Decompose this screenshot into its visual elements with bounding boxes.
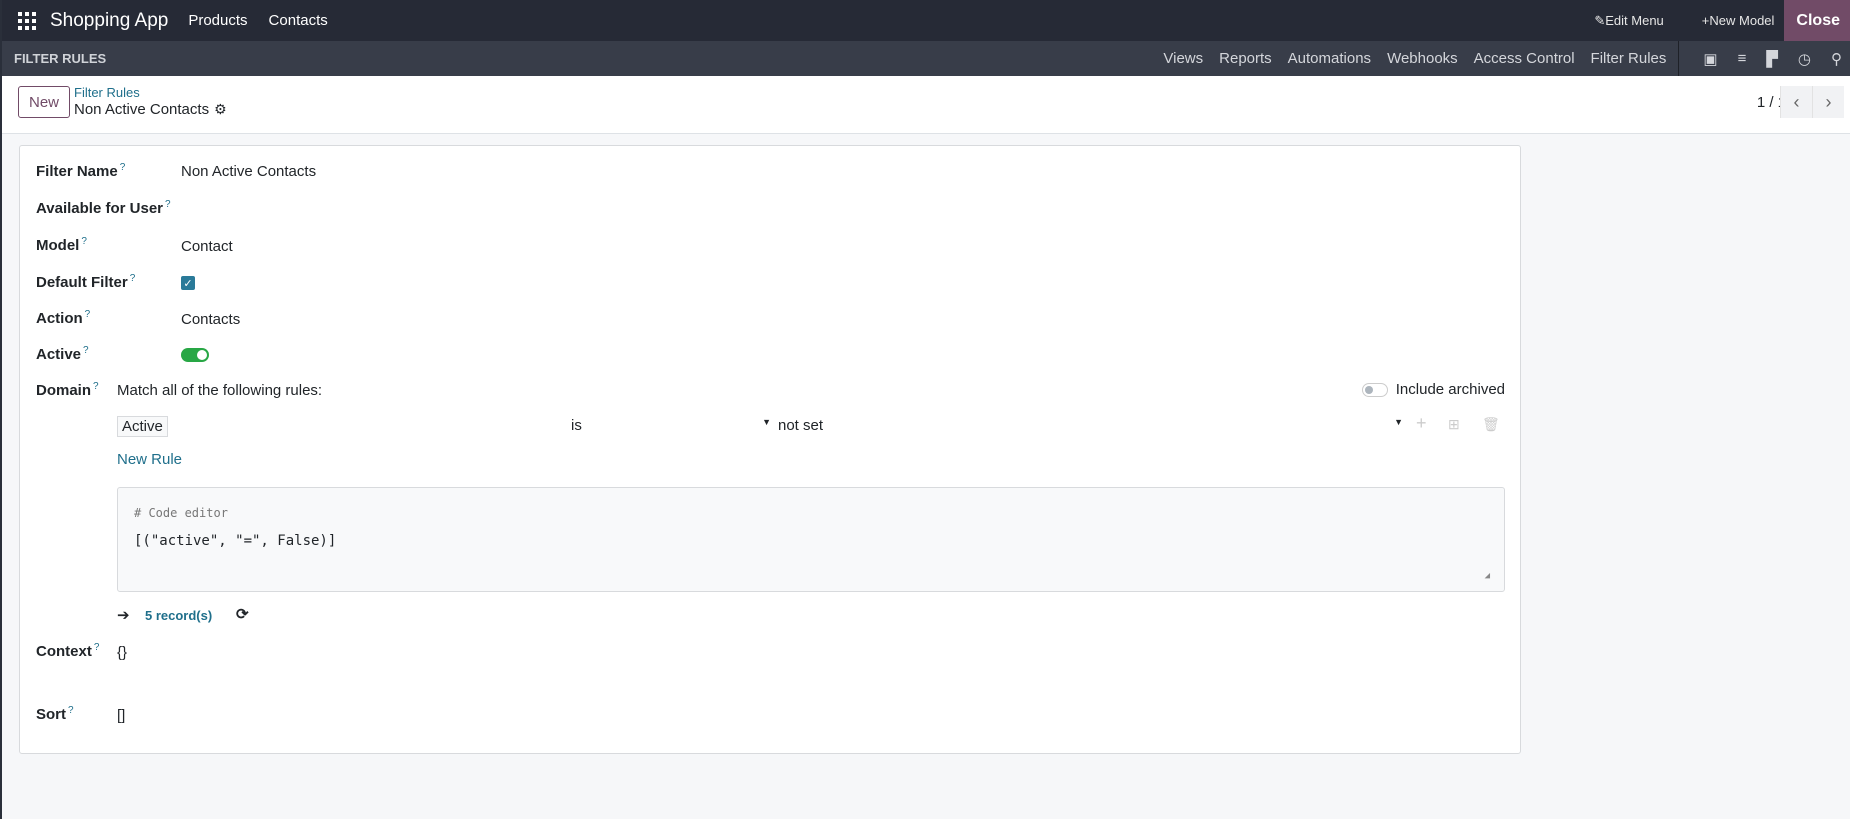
- section-title: FILTER RULES: [14, 51, 107, 66]
- new-button[interactable]: New: [18, 86, 70, 118]
- rule-value: not set: [778, 417, 824, 434]
- sort-field[interactable]: []: [117, 707, 125, 724]
- active-label: Active?: [36, 345, 89, 363]
- help-icon[interactable]: ?: [81, 236, 87, 247]
- caret-down-icon: ▼: [1394, 417, 1403, 427]
- nav-automations[interactable]: Automations: [1288, 50, 1371, 67]
- resize-handle-icon[interactable]: ◢: [1485, 571, 1490, 581]
- code-comment: # Code editor: [134, 506, 228, 520]
- studio-subbar: FILTER RULES Views Reports Automations W…: [2, 41, 1850, 76]
- list-view-icon[interactable]: ≡: [1738, 50, 1747, 67]
- action-field[interactable]: Contacts: [181, 311, 240, 328]
- search-view-icon[interactable]: ⚲: [1831, 50, 1842, 68]
- active-toggle[interactable]: [181, 348, 209, 362]
- menu-contacts[interactable]: Contacts: [269, 12, 328, 29]
- close-button[interactable]: Close: [1784, 0, 1850, 41]
- nav-webhooks[interactable]: Webhooks: [1387, 50, 1458, 67]
- form-view-icon[interactable]: ▣: [1703, 50, 1717, 68]
- include-archived-toggle[interactable]: Include archived: [1361, 381, 1505, 398]
- breadcrumb-filter-rules[interactable]: Filter Rules: [74, 85, 140, 100]
- record-name: Non Active Contacts: [74, 101, 210, 118]
- help-icon[interactable]: ?: [68, 705, 74, 716]
- operator-value: is: [571, 417, 582, 434]
- code-editor[interactable]: # Code editor [("active", "=", False)] ◢: [117, 487, 1505, 592]
- nav-filter-rules[interactable]: Filter Rules: [1591, 50, 1667, 67]
- rule-value-select[interactable]: not set ▼: [778, 417, 1403, 434]
- divider: [1678, 41, 1680, 76]
- arrow-right-icon: ➔: [117, 607, 130, 624]
- apps-menu-icon[interactable]: [18, 11, 36, 30]
- records-count-link[interactable]: 5 record(s): [145, 608, 212, 623]
- form-sheet: Filter Name? Non Active Contacts Availab…: [19, 145, 1521, 754]
- help-icon[interactable]: ?: [165, 199, 171, 210]
- context-field[interactable]: {}: [117, 644, 127, 661]
- add-rule-icon[interactable]: +: [1416, 413, 1427, 434]
- domain-code: [("active", "=", False)]: [134, 533, 337, 549]
- edit-menu-button[interactable]: ✎Edit Menu: [1594, 13, 1663, 29]
- previous-record-button[interactable]: ‹: [1780, 86, 1812, 118]
- default-filter-checkbox[interactable]: ✓: [181, 276, 195, 290]
- help-icon[interactable]: ?: [85, 309, 91, 320]
- caret-down-icon: ▼: [762, 417, 771, 427]
- app-name[interactable]: Shopping App: [50, 10, 168, 32]
- sort-label: Sort?: [36, 705, 74, 723]
- top-navbar: Shopping App Products Contacts ✎Edit Men…: [2, 0, 1850, 41]
- activity-view-icon[interactable]: ◷: [1798, 50, 1811, 68]
- new-model-button[interactable]: +New Model: [1702, 13, 1775, 28]
- next-record-button[interactable]: ›: [1812, 86, 1844, 118]
- help-icon[interactable]: ?: [83, 345, 89, 356]
- nav-views[interactable]: Views: [1163, 50, 1203, 67]
- nav-access-control[interactable]: Access Control: [1474, 50, 1575, 67]
- include-archived-label: Include archived: [1395, 381, 1505, 398]
- nav-reports[interactable]: Reports: [1219, 50, 1272, 67]
- delete-rule-icon[interactable]: 🗑: [1482, 416, 1500, 433]
- match-text: Match all of the following rules:: [117, 382, 323, 399]
- breadcrumb-current: Non Active Contacts ⚙: [74, 101, 227, 118]
- model-label: Model?: [36, 236, 87, 254]
- model-field[interactable]: Contact: [181, 238, 233, 255]
- kanban-view-icon[interactable]: ▛: [1766, 50, 1778, 68]
- available-for-user-field[interactable]: [181, 196, 481, 218]
- action-label: Action?: [36, 309, 91, 327]
- control-panel: New Filter Rules Non Active Contacts ⚙ 1 …: [2, 76, 1850, 134]
- domain-label: Domain?: [36, 381, 99, 399]
- gear-icon[interactable]: ⚙: [214, 101, 227, 117]
- edit-menu-label: Edit Menu: [1605, 12, 1664, 28]
- help-icon[interactable]: ?: [94, 642, 100, 653]
- help-icon[interactable]: ?: [120, 162, 126, 173]
- toggle-switch[interactable]: [1361, 383, 1388, 398]
- filter-name-field[interactable]: Non Active Contacts: [181, 163, 316, 180]
- new-model-label: New Model: [1709, 13, 1775, 28]
- menu-products[interactable]: Products: [188, 12, 247, 29]
- help-icon[interactable]: ?: [93, 381, 99, 392]
- available-for-user-label: Available for User?: [36, 199, 171, 217]
- help-icon[interactable]: ?: [130, 273, 136, 284]
- refresh-icon[interactable]: ⟳: [236, 605, 249, 623]
- context-label: Context?: [36, 642, 100, 660]
- add-branch-icon[interactable]: ⊞: [1448, 416, 1460, 433]
- new-rule-link[interactable]: New Rule: [117, 451, 182, 468]
- filter-name-label: Filter Name?: [36, 162, 126, 180]
- rule-operator-select[interactable]: is ▼: [571, 417, 771, 434]
- rule-field-selector[interactable]: Active: [117, 416, 168, 437]
- default-filter-label: Default Filter?: [36, 273, 136, 291]
- pencil-icon: ✎: [1594, 12, 1606, 28]
